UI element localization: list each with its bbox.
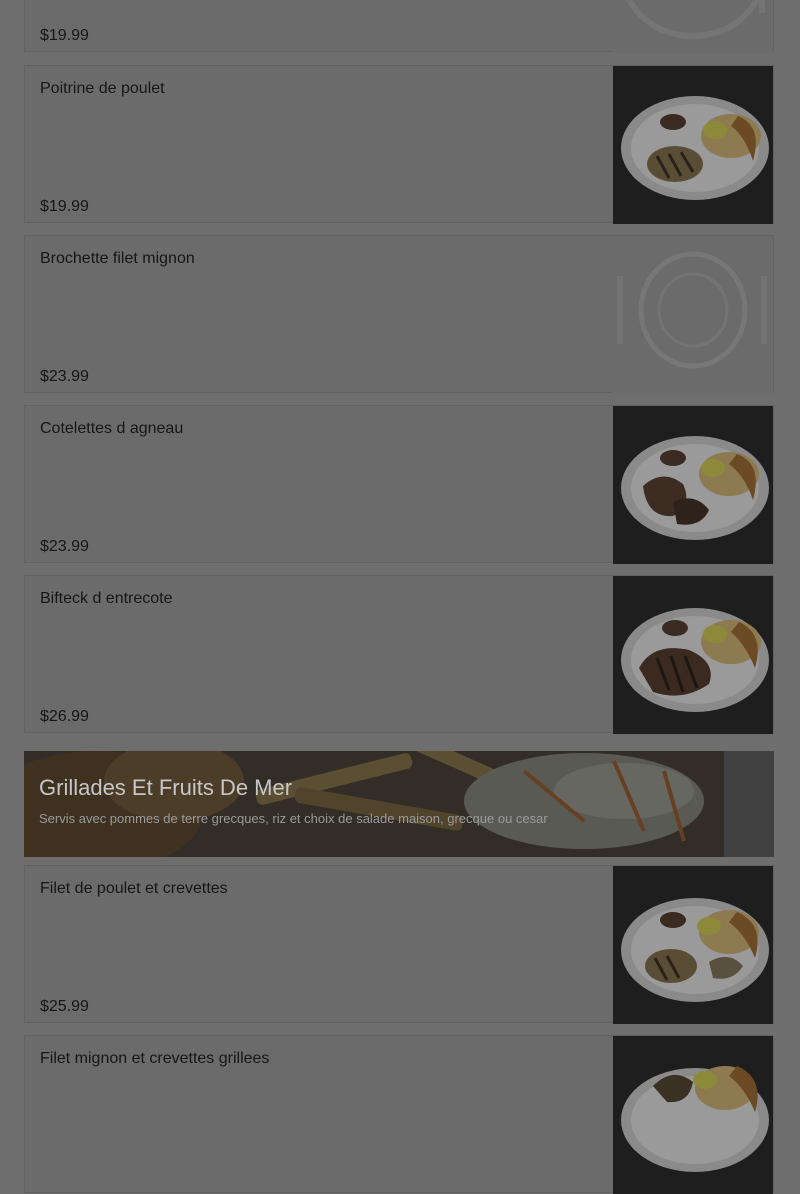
chicken-breast-plate-image	[613, 66, 773, 224]
section-title: Grillades Et Fruits De Mer	[39, 775, 293, 800]
section-banner-image	[24, 751, 774, 857]
item-name: Filet mignon et crevettes grillees	[40, 1050, 270, 1067]
placeholder-plate-icon	[613, 236, 773, 394]
item-name: Cotelettes d agneau	[40, 420, 184, 437]
item-name: Brochette filet mignon	[40, 250, 195, 267]
item-price: $26.99	[40, 708, 89, 725]
item-price: $19.99	[40, 198, 89, 215]
menu-item-card[interactable]: Brochette filet mignon $23.99	[24, 235, 774, 394]
menu-item-card[interactable]: Bifteck d entrecote $26.99	[24, 575, 774, 734]
section-banner: Grillades Et Fruits De Mer Servis avec p…	[24, 751, 774, 857]
ribeye-steak-plate-image	[613, 576, 773, 734]
chicken-shrimp-plate-image	[613, 866, 773, 1024]
menu-item-card[interactable]: Filet mignon et crevettes grillees	[24, 1035, 774, 1194]
item-name: Poitrine de poulet	[40, 80, 165, 97]
menu-item-card[interactable]: Cotelettes d agneau $23.99	[24, 405, 774, 564]
item-price: $23.99	[40, 538, 89, 555]
menu-item-card[interactable]: $19.99	[24, 0, 774, 53]
filet-shrimp-plate-image	[613, 1036, 773, 1194]
placeholder-plate-icon	[613, 0, 773, 53]
item-price: $25.99	[40, 998, 89, 1015]
item-name: Filet de poulet et crevettes	[40, 880, 228, 897]
menu-item-card[interactable]: Poitrine de poulet $19.99	[24, 65, 774, 224]
lamb-chops-plate-image	[613, 406, 773, 564]
item-name: Bifteck d entrecote	[40, 590, 173, 607]
item-price: $23.99	[40, 368, 89, 385]
item-price: $19.99	[40, 27, 89, 44]
section-subtitle: Servis avec pommes de terre grecques, ri…	[39, 811, 548, 826]
menu-item-card[interactable]: Filet de poulet et crevettes $25.99	[24, 865, 774, 1024]
